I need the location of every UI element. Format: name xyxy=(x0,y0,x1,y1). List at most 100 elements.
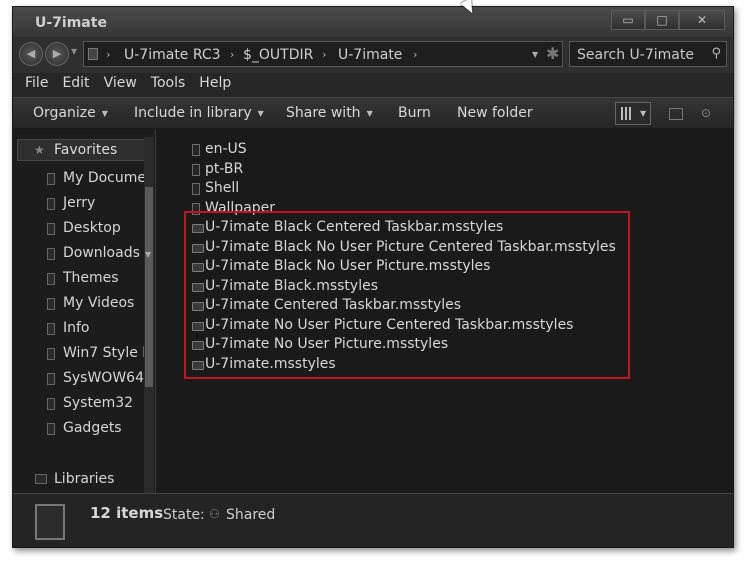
breadcrumb-separator[interactable]: › xyxy=(322,48,326,61)
navigation-pane: ★ Favorites My Docume Jerry Desktop Down… xyxy=(13,129,155,493)
back-button[interactable]: ◀ xyxy=(19,42,43,66)
burn-button[interactable]: Burn xyxy=(398,105,431,121)
address-history-dropdown-icon[interactable]: ▼ xyxy=(532,50,538,59)
sidebar-item-label: Info xyxy=(63,320,90,336)
menu-edit[interactable]: Edit xyxy=(62,73,89,97)
close-button[interactable]: ✕ xyxy=(679,10,725,30)
new-folder-button[interactable]: New folder xyxy=(457,105,533,121)
sidebar-item[interactable]: My Docume xyxy=(41,169,153,191)
gadgets-icon xyxy=(47,423,55,435)
folder-icon xyxy=(47,248,55,260)
sidebar-item-label: Desktop xyxy=(63,220,121,236)
chevron-down-icon: ▼ xyxy=(257,108,264,118)
breadcrumb-separator[interactable]: › xyxy=(106,48,110,61)
sidebar-favorites[interactable]: ★ Favorites xyxy=(17,139,147,161)
refresh-icon[interactable]: ✱ xyxy=(546,44,559,63)
folder-icon xyxy=(47,173,55,185)
sidebar-item-label: System32 xyxy=(63,395,134,411)
item-count: 12 items xyxy=(90,504,164,522)
sidebar-item[interactable]: Gadgets xyxy=(41,419,153,441)
sidebar-libraries[interactable]: Libraries xyxy=(27,469,147,491)
details-pane: 12 items State: ⚇ Shared xyxy=(13,493,733,547)
breadcrumb-item[interactable]: U-7imate xyxy=(338,47,402,63)
sidebar-item[interactable]: System32 xyxy=(41,394,153,416)
chevron-down-icon: ▼ xyxy=(366,108,373,118)
star-icon: ★ xyxy=(34,143,45,157)
recent-pages-dropdown-icon[interactable]: ▼ xyxy=(71,47,77,56)
sidebar-item[interactable]: Info xyxy=(41,319,153,341)
folder-icon xyxy=(47,298,55,310)
sidebar-item[interactable]: Jerry xyxy=(41,194,153,216)
sidebar-item-label: SysWOW64 xyxy=(63,370,144,386)
breadcrumb-separator[interactable]: › xyxy=(413,48,417,61)
breadcrumb-item[interactable]: $_OUTDIR xyxy=(243,47,313,63)
help-icon[interactable]: ⊙ xyxy=(701,106,711,120)
folder-icon xyxy=(192,144,200,156)
folder-icon xyxy=(35,504,65,540)
chevron-down-icon: ▼ xyxy=(640,109,647,118)
folder-icon xyxy=(47,223,55,235)
sidebar-item[interactable]: My Videos xyxy=(41,294,153,316)
menu-tools[interactable]: Tools xyxy=(151,73,186,97)
menu-view[interactable]: View xyxy=(104,73,137,97)
share-label: Share with xyxy=(286,105,361,121)
highlight-box xyxy=(184,211,630,379)
sidebar-item-label: Themes xyxy=(63,270,119,286)
menu-bar: File Edit View Tools Help xyxy=(13,73,733,97)
address-bar[interactable]: › U-7imate RC3 › $_OUTDIR › U-7imate › ▼… xyxy=(83,41,563,67)
include-label: Include in library xyxy=(134,105,252,121)
folder-icon xyxy=(192,164,200,176)
sidebar-item[interactable]: Themes xyxy=(41,269,153,291)
search-input[interactable]: Search U-7imate ⚲ xyxy=(569,41,727,67)
window-title: U-7imate xyxy=(35,15,107,31)
maximize-button[interactable]: □ xyxy=(645,10,679,30)
organize-button[interactable]: Organize ▼ xyxy=(33,105,108,121)
sidebar-favorites-label: Favorites xyxy=(54,142,118,158)
window-controls: ▭ □ ✕ xyxy=(611,10,725,30)
preview-pane-icon[interactable] xyxy=(669,108,683,120)
minimize-button[interactable]: ▭ xyxy=(611,10,645,30)
folder-icon xyxy=(47,198,55,210)
shared-icon: ⚇ xyxy=(209,507,220,521)
folder-icon xyxy=(47,323,55,335)
scrollbar-thumb[interactable] xyxy=(145,187,153,387)
organize-label: Organize xyxy=(33,105,96,121)
menu-file[interactable]: File xyxy=(25,73,48,97)
sidebar-item-label: Downloads xyxy=(63,245,140,261)
file-name: en-US xyxy=(205,141,247,157)
include-in-library-button[interactable]: Include in library ▼ xyxy=(134,105,264,121)
file-name: Shell xyxy=(205,180,240,196)
navigation-scrollbar[interactable]: ▼ xyxy=(144,137,154,493)
search-icon[interactable]: ⚲ xyxy=(711,46,721,61)
navigation-row: ◀ ▶ ▼ › U-7imate RC3 › $_OUTDIR › U-7ima… xyxy=(13,37,733,73)
folder-icon xyxy=(47,348,55,360)
state-value: Shared xyxy=(226,507,276,523)
search-placeholder: Search U-7imate xyxy=(577,47,694,63)
folder-icon xyxy=(47,373,55,385)
chevron-down-icon: ▼ xyxy=(101,108,108,118)
sidebar-item[interactable]: Desktop xyxy=(41,219,153,241)
folder-icon xyxy=(47,273,55,285)
sidebar-item-label: Win7 Style I xyxy=(63,345,147,361)
forward-button[interactable]: ▶ xyxy=(45,42,69,66)
sidebar-item-label: My Videos xyxy=(63,295,135,311)
scroll-arrow-icon[interactable]: ▼ xyxy=(145,250,151,259)
sidebar-item-label: Jerry xyxy=(63,195,96,211)
folder-icon xyxy=(192,183,200,195)
breadcrumb-item[interactable]: U-7imate RC3 xyxy=(124,47,221,63)
state-label: State: xyxy=(163,507,205,523)
sidebar-item[interactable]: Downloads xyxy=(41,244,153,266)
sidebar-item-label: Gadgets xyxy=(63,420,122,436)
breadcrumb-separator[interactable]: › xyxy=(230,48,234,61)
folder-icon xyxy=(88,48,98,60)
sidebar-item-label: My Docume xyxy=(63,170,146,186)
share-with-button[interactable]: Share with ▼ xyxy=(286,105,373,121)
libraries-icon xyxy=(35,474,47,484)
sidebar-item[interactable]: Win7 Style I xyxy=(41,344,153,366)
sidebar-libraries-label: Libraries xyxy=(54,471,115,487)
sidebar-item[interactable]: SysWOW64 xyxy=(41,369,153,391)
menu-help[interactable]: Help xyxy=(199,73,231,97)
file-name: pt-BR xyxy=(205,161,244,177)
title-bar[interactable]: U-7imate ▭ □ ✕ xyxy=(13,7,733,37)
change-view-button[interactable]: ▼ xyxy=(615,102,651,125)
